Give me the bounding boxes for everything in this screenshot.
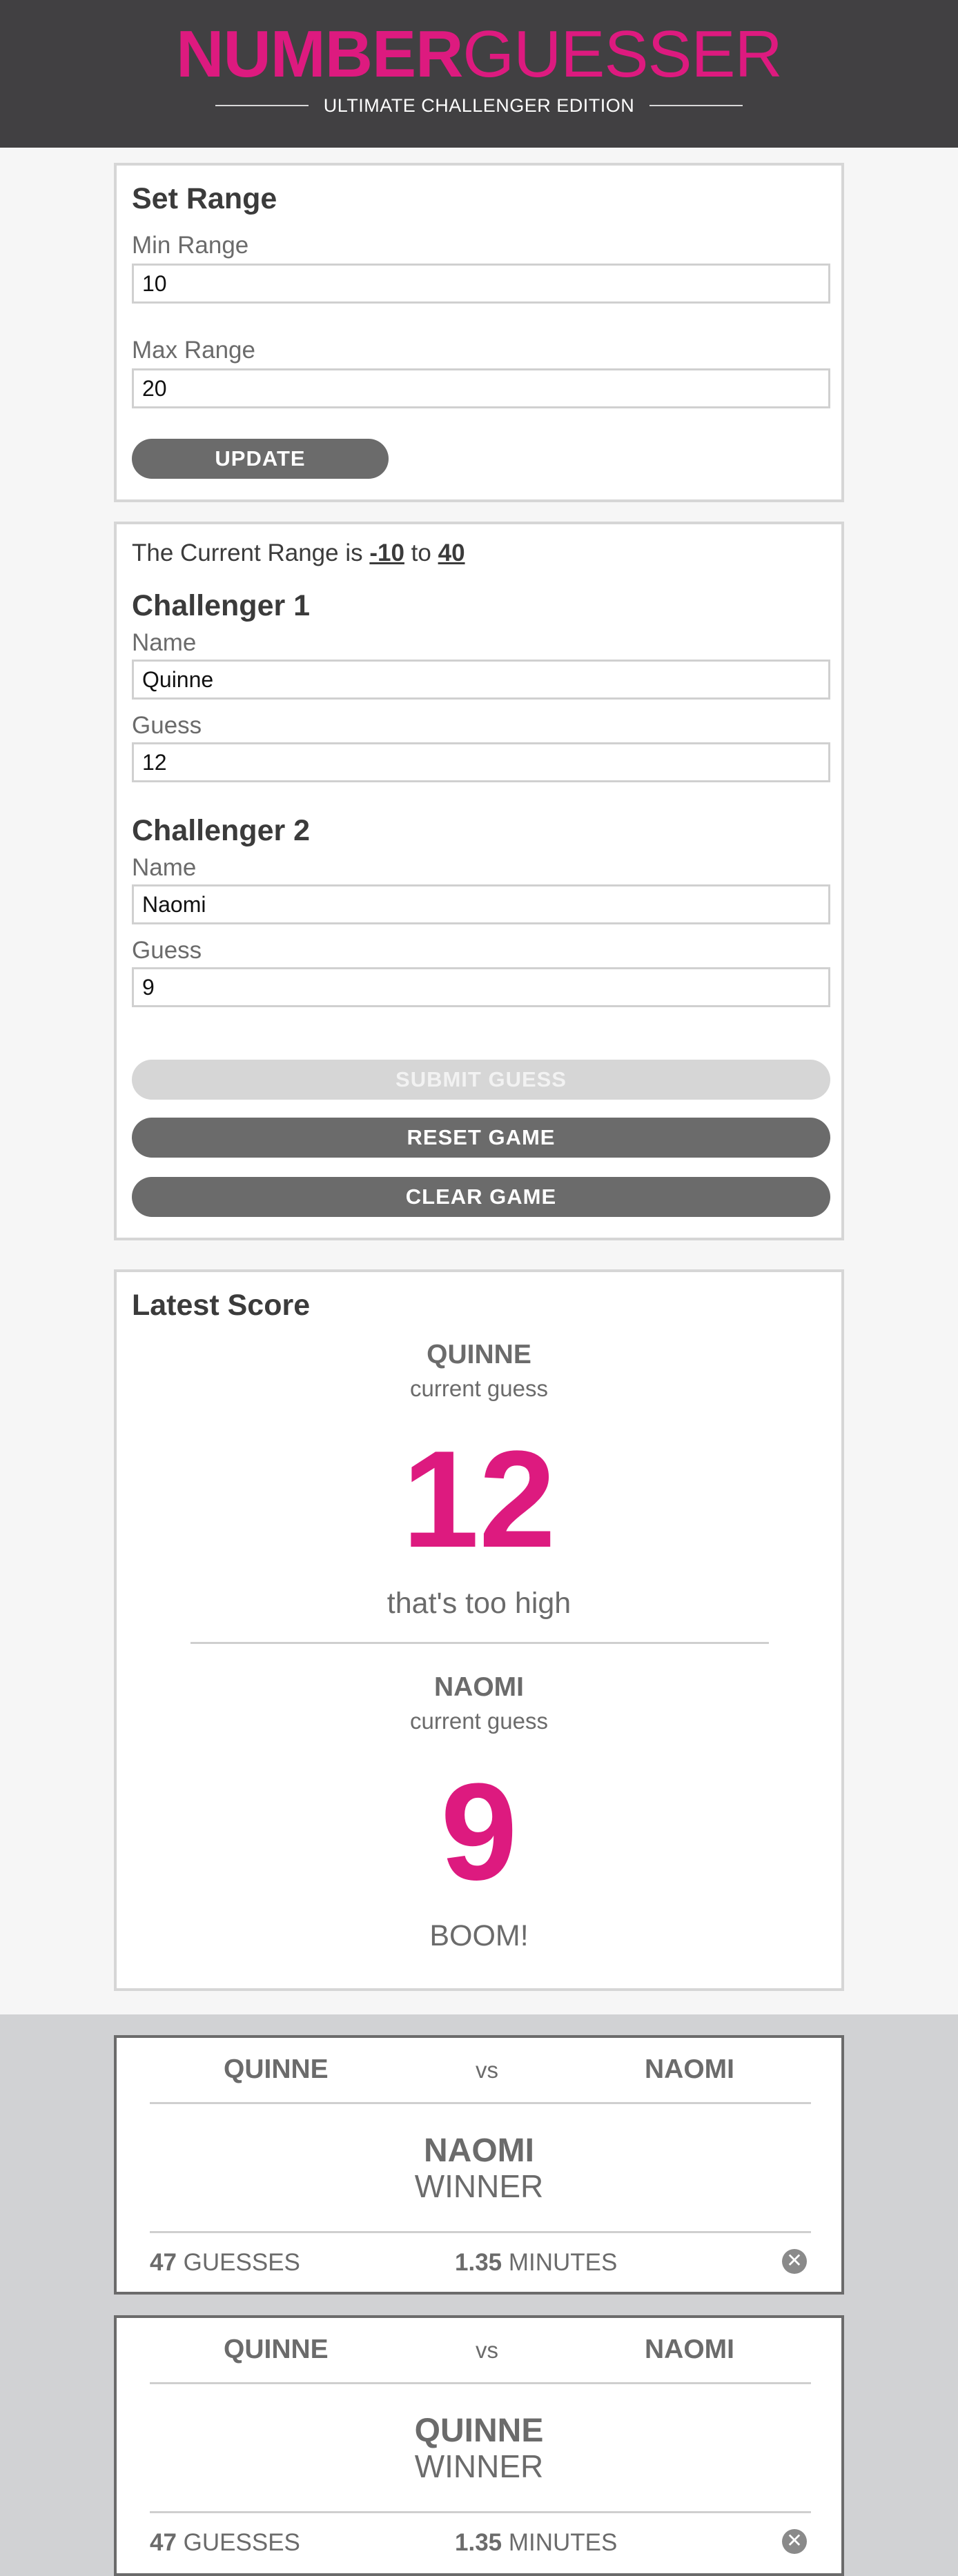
result-vs: vs bbox=[476, 2337, 498, 2363]
range-prefix: The Current Range is bbox=[132, 539, 363, 566]
range-max: 40 bbox=[438, 539, 465, 566]
challenger1-guess-label: Guess bbox=[132, 712, 202, 739]
score-p2-name: NAOMI bbox=[434, 1672, 524, 1702]
result-guesses: 47 GUESSES bbox=[150, 2249, 300, 2277]
result-p2-name: NAOMI bbox=[645, 2054, 734, 2084]
range-to: to bbox=[411, 539, 431, 566]
result-divider-top bbox=[150, 2382, 811, 2384]
latest-score-card: Latest Score QUINNE current guess 12 tha… bbox=[114, 1269, 844, 1991]
subtitle-row: ULTIMATE CHALLENGER EDITION bbox=[215, 94, 743, 117]
result-card: QUINNE vs NAOMI NAOMI WINNER 47 GUESSES … bbox=[114, 2035, 844, 2295]
score-p1-caption: current guess bbox=[410, 1376, 548, 1401]
challenger2-guess-label: Guess bbox=[132, 937, 202, 964]
result-divider-bottom bbox=[150, 2511, 811, 2513]
score-p2-caption: current guess bbox=[410, 1708, 548, 1734]
result-guesses-count: 47 bbox=[150, 2249, 177, 2276]
challenger1-title: Challenger 1 bbox=[132, 589, 311, 622]
max-range-input[interactable]: 20 bbox=[132, 368, 830, 408]
result-p1-name: QUINNE bbox=[224, 2335, 329, 2364]
update-button[interactable]: UPDATE bbox=[132, 439, 389, 479]
result-p2-name: NAOMI bbox=[645, 2335, 734, 2364]
challenger2-title: Challenger 2 bbox=[132, 814, 311, 847]
challenger2-guess-input[interactable]: 9 bbox=[132, 967, 830, 1007]
result-winner-name: QUINNE bbox=[414, 2412, 544, 2449]
result-minutes: 1.35 MINUTES bbox=[455, 2529, 617, 2557]
min-range-input[interactable]: 10 bbox=[132, 264, 830, 304]
result-guesses-count: 47 bbox=[150, 2529, 177, 2556]
result-guesses-label: GUESSES bbox=[183, 2249, 300, 2276]
result-minutes-label: MINUTES bbox=[508, 2529, 618, 2556]
challenger2-name-label: Name bbox=[132, 854, 197, 881]
set-range-title: Set Range bbox=[132, 182, 277, 215]
result-p1-name: QUINNE bbox=[224, 2054, 329, 2084]
max-range-label: Max Range bbox=[132, 337, 255, 364]
subtitle-line-right bbox=[649, 105, 743, 106]
set-range-card: Set Range Min Range 10 Max Range 20 UPDA… bbox=[114, 163, 844, 502]
app-logo: NUMBERGUESSER bbox=[0, 17, 958, 92]
challenger2-name-input[interactable]: Naomi bbox=[132, 884, 830, 924]
clear-game-button[interactable]: CLEAR GAME bbox=[132, 1177, 830, 1217]
score-p2-guess: 9 bbox=[440, 1755, 518, 1909]
latest-score-title: Latest Score bbox=[132, 1289, 311, 1322]
range-min: -10 bbox=[369, 539, 404, 566]
submit-guess-button[interactable]: SUBMIT GUESS bbox=[132, 1060, 830, 1100]
result-divider-top bbox=[150, 2102, 811, 2104]
result-guesses: 47 GUESSES bbox=[150, 2529, 300, 2557]
score-p1-feedback: that's too high bbox=[387, 1587, 571, 1620]
close-icon[interactable]: ✕ bbox=[782, 2529, 807, 2554]
result-guesses-label: GUESSES bbox=[183, 2529, 300, 2556]
challenger1-name-input[interactable]: Quinne bbox=[132, 660, 830, 700]
score-p2-feedback: BOOM! bbox=[429, 1919, 529, 1952]
result-winner-label: WINNER bbox=[414, 2168, 544, 2204]
result-winner-name: NAOMI bbox=[424, 2132, 534, 2169]
result-minutes-value: 1.35 bbox=[455, 2249, 502, 2276]
logo-bold: NUMBER bbox=[176, 17, 463, 91]
result-card: QUINNE vs NAOMI QUINNE WINNER 47 GUESSES… bbox=[114, 2315, 844, 2576]
score-p1-name: QUINNE bbox=[427, 1340, 531, 1369]
challenger1-guess-input[interactable]: 12 bbox=[132, 742, 830, 782]
challenge-card: The Current Range is -10 to 40 Challenge… bbox=[114, 522, 844, 1240]
app-header: NUMBERGUESSER ULTIMATE CHALLENGER EDITIO… bbox=[0, 0, 958, 148]
current-range-text: The Current Range is -10 to 40 bbox=[132, 539, 465, 567]
result-minutes-label: MINUTES bbox=[508, 2249, 618, 2276]
reset-game-button[interactable]: RESET GAME bbox=[132, 1118, 830, 1158]
close-icon[interactable]: ✕ bbox=[782, 2249, 807, 2274]
app-subtitle: ULTIMATE CHALLENGER EDITION bbox=[323, 95, 635, 116]
result-minutes: 1.35 MINUTES bbox=[455, 2249, 617, 2277]
result-winner-label: WINNER bbox=[414, 2448, 544, 2484]
subtitle-line-left bbox=[215, 105, 309, 106]
challenger1-name-label: Name bbox=[132, 629, 197, 656]
result-minutes-value: 1.35 bbox=[455, 2529, 502, 2556]
min-range-label: Min Range bbox=[132, 232, 249, 259]
score-p1-guess: 12 bbox=[402, 1423, 556, 1576]
score-divider bbox=[190, 1642, 769, 1644]
logo-light: GUESSER bbox=[462, 17, 782, 91]
result-divider-bottom bbox=[150, 2231, 811, 2233]
result-vs: vs bbox=[476, 2057, 498, 2083]
